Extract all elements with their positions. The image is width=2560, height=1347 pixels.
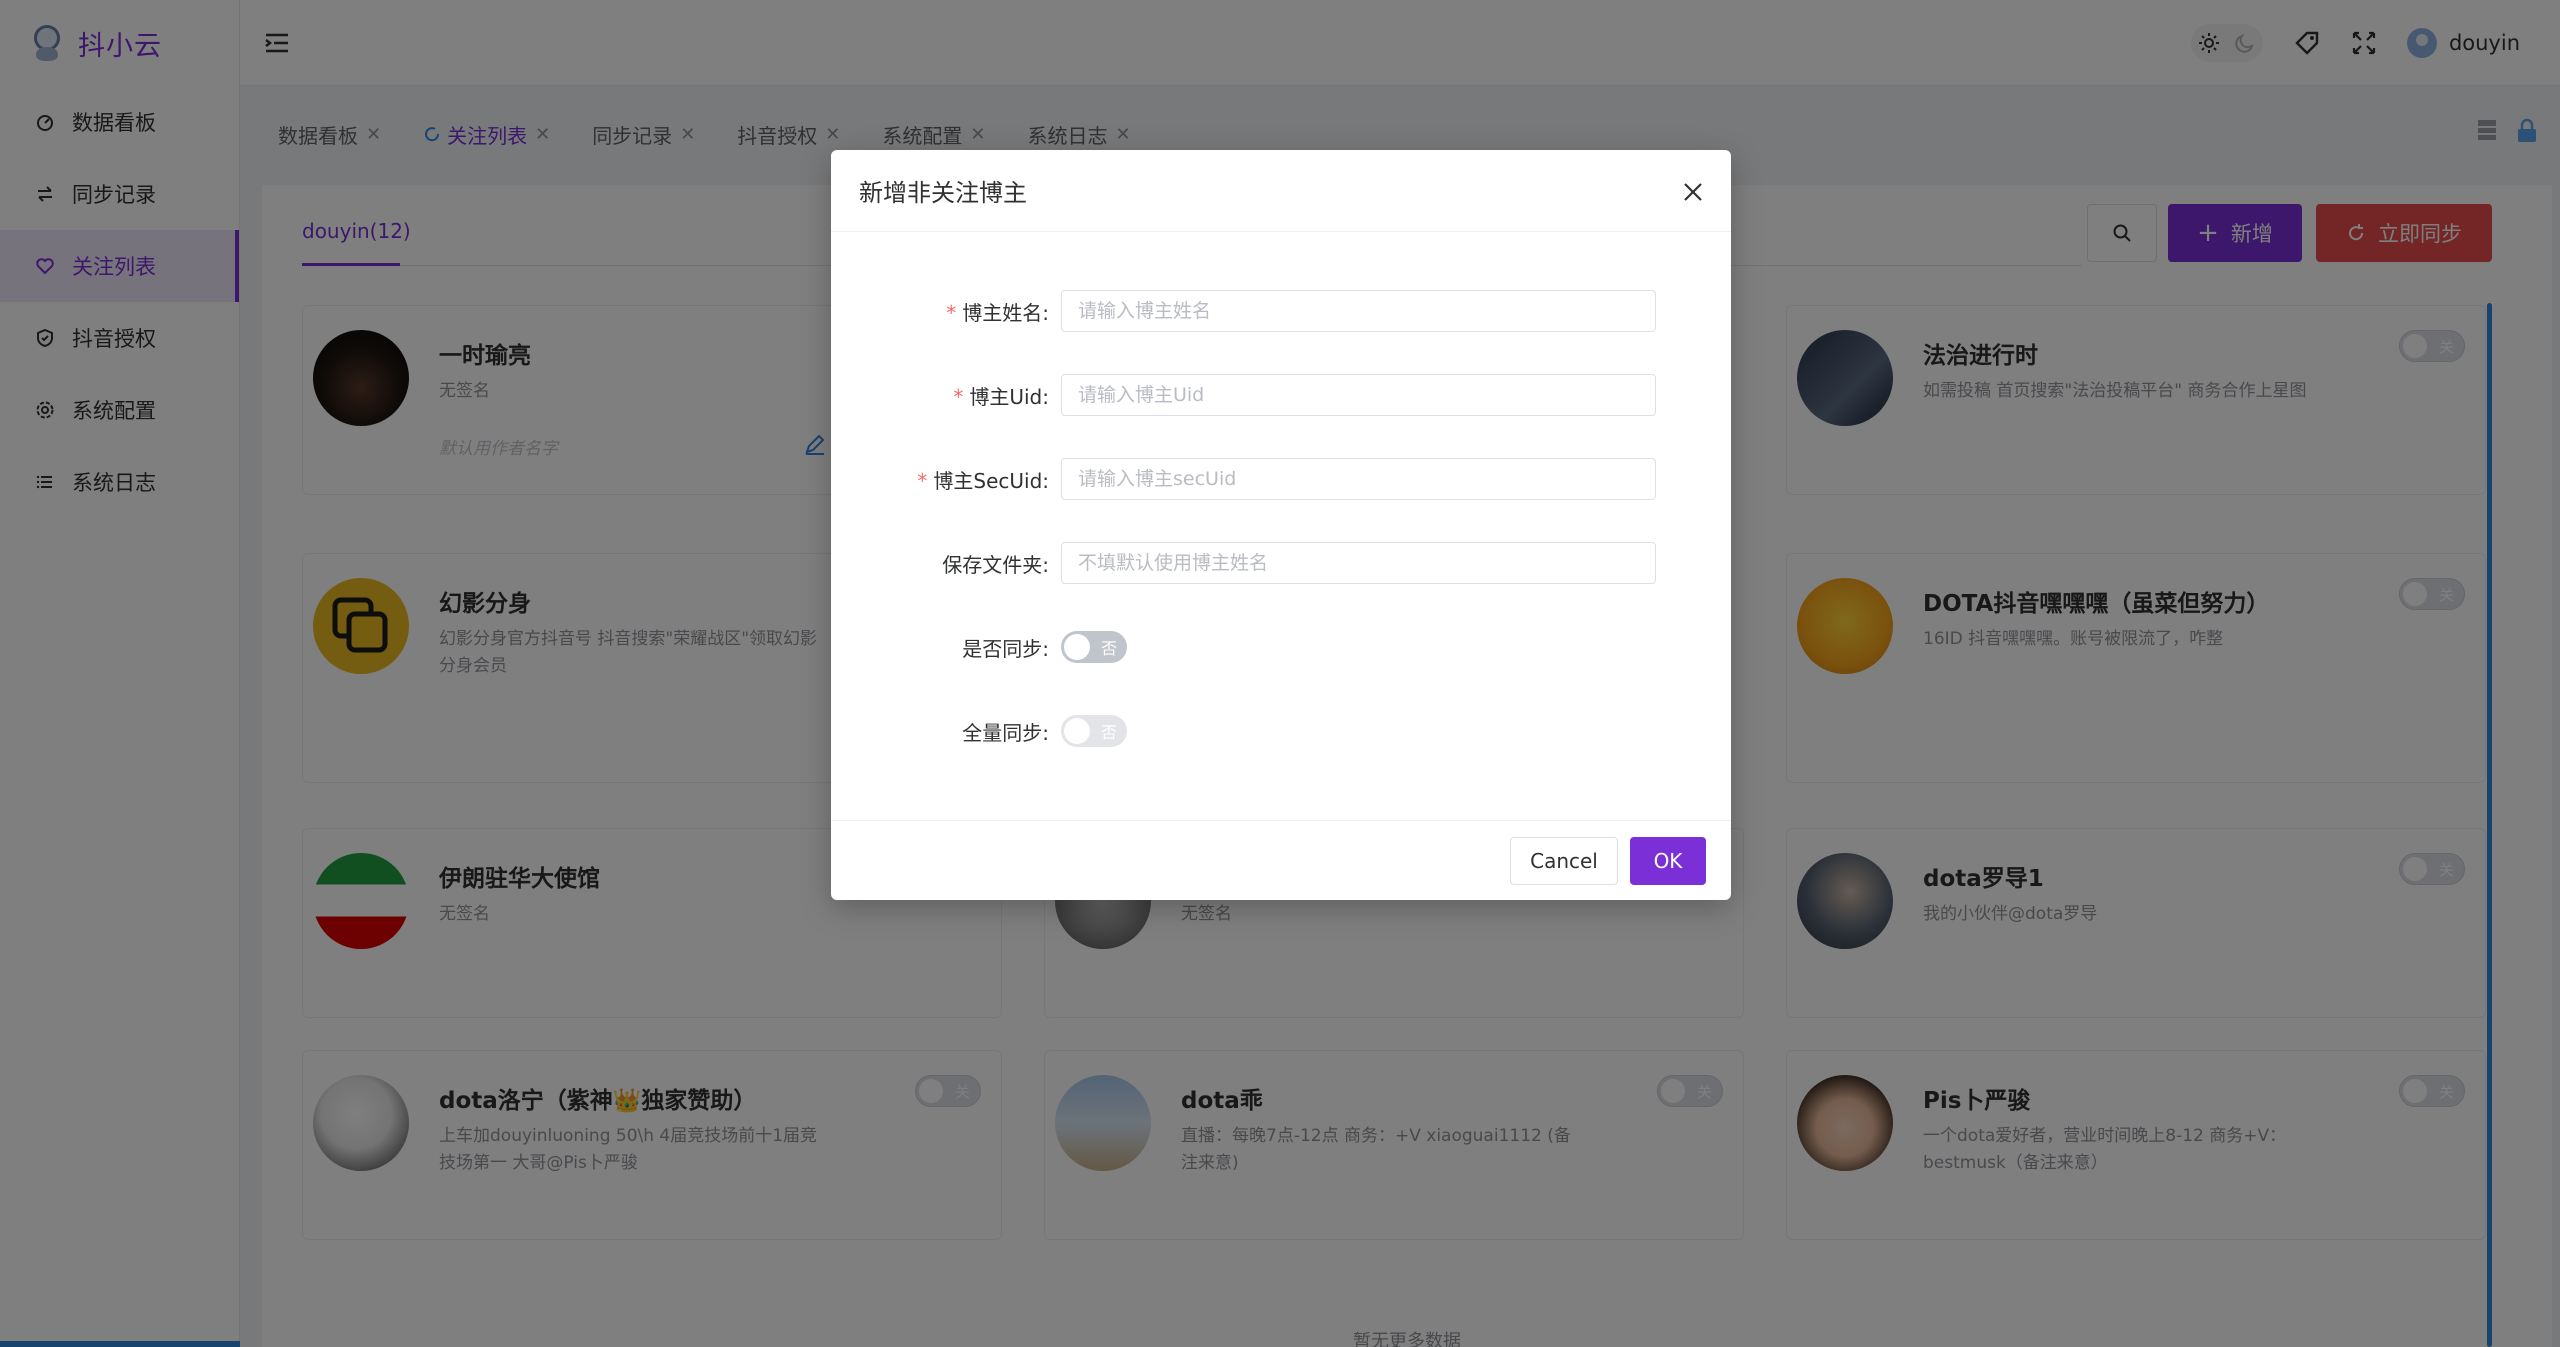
form-row-secuid: * 博主SecUid: xyxy=(831,458,1731,500)
dialog-title: 新增非关注博主 xyxy=(831,150,1731,232)
field-label: * 博主SecUid: xyxy=(831,465,1061,494)
form-row-full-sync: 全量同步: 否 xyxy=(831,710,1731,752)
cancel-button[interactable]: Cancel xyxy=(1510,837,1618,885)
field-label: 保存文件夹: xyxy=(942,552,1049,577)
required-mark: * xyxy=(917,468,928,493)
required-mark: * xyxy=(953,384,964,409)
field-label: 是否同步: xyxy=(962,636,1049,661)
sync-switch[interactable]: 否 xyxy=(1061,631,1127,663)
add-blogger-dialog: 新增非关注博主 *博主姓名: *博主Uid: *博主SecUid: 保存文件夹:… xyxy=(831,150,1731,900)
field-label-text: 博主姓名: xyxy=(962,300,1049,325)
blogger-name-input[interactable] xyxy=(1061,290,1656,332)
field-label: 全量同步: xyxy=(962,720,1049,745)
form-row-uid: * 博主Uid: xyxy=(831,374,1731,416)
close-icon xyxy=(1684,183,1702,201)
form-row-sync: 是否同步: 否 xyxy=(831,626,1731,668)
full-sync-switch: 否 xyxy=(1061,715,1127,747)
form-row-folder: 保存文件夹: xyxy=(831,542,1731,584)
blogger-secuid-input[interactable] xyxy=(1061,458,1656,500)
blogger-uid-input[interactable] xyxy=(1061,374,1656,416)
field-label: * 博主Uid: xyxy=(831,381,1061,410)
save-folder-input[interactable] xyxy=(1061,542,1656,584)
field-label: * 博主姓名: xyxy=(831,297,1061,326)
close-button[interactable] xyxy=(1681,180,1705,204)
field-label-text: 博主Uid: xyxy=(969,384,1049,409)
required-mark: * xyxy=(946,300,957,325)
ok-button[interactable]: OK xyxy=(1630,837,1706,885)
field-label-text: 博主SecUid: xyxy=(933,468,1049,493)
dialog-footer: Cancel OK xyxy=(831,820,1731,900)
form-row-name: * 博主姓名: xyxy=(831,290,1731,332)
